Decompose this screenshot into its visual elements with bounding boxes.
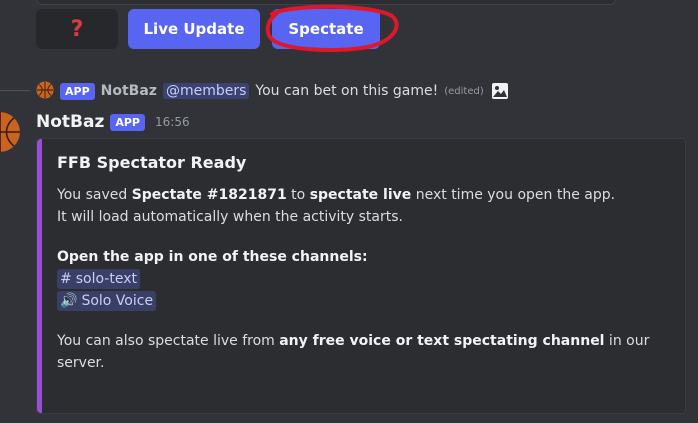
spectator-embed: FFB Spectator Ready You saved Spectate #… xyxy=(36,138,686,414)
members-mention[interactable]: @members xyxy=(162,83,250,99)
channel-link-solo-voice[interactable]: 🔊 Solo Voice xyxy=(57,291,157,311)
channels-heading: Open the app in one of these channels: xyxy=(57,249,368,265)
message-timestamp[interactable]: 16:56 xyxy=(155,115,190,129)
speaker-icon: 🔊 xyxy=(60,293,78,309)
free-channel-text: any free voice or text spectating channe… xyxy=(279,333,605,349)
embed-line-saved: You saved Spectate #1821871 to spectate … xyxy=(57,184,672,206)
reply-preview[interactable]: APP NotBaz @members You can bet on this … xyxy=(60,80,510,102)
previous-embed-edge xyxy=(36,0,616,5)
reply-text: You can bet on this game! xyxy=(255,83,439,99)
embed-accent-bar xyxy=(37,139,42,413)
question-mark-icon: ? xyxy=(70,16,84,42)
author-avatar[interactable] xyxy=(0,112,20,152)
spectate-id: Spectate #1821871 xyxy=(131,187,287,203)
reply-avatar[interactable] xyxy=(36,81,54,99)
app-badge: APP xyxy=(60,82,95,100)
embed-line-autoload: It will load automatically when the acti… xyxy=(57,209,403,225)
text: to xyxy=(286,187,310,203)
embed-title: FFB Spectator Ready xyxy=(57,153,247,172)
live-update-button[interactable]: Live Update xyxy=(128,9,260,49)
edited-label: (edited) xyxy=(444,85,484,97)
text: You can also spectate live from xyxy=(57,333,280,349)
text: You saved xyxy=(57,187,132,203)
channel-row: 🔊 Solo Voice xyxy=(57,290,672,312)
channel-name: solo-text xyxy=(75,271,137,287)
channel-link-solo-text[interactable]: # solo-text xyxy=(57,269,140,289)
channel-name: Solo Voice xyxy=(81,293,154,309)
text: next time you open the app. xyxy=(411,187,616,203)
embed-footer-text: You can also spectate live from any free… xyxy=(57,330,657,374)
reply-spine xyxy=(0,90,30,91)
spectate-live-text: spectate live xyxy=(309,187,412,203)
chat-view: ? Live Update Spectate APP NotBaz @membe… xyxy=(0,0,698,423)
image-icon[interactable] xyxy=(490,81,510,101)
channel-row: # solo-text xyxy=(57,268,672,290)
app-badge: APP xyxy=(110,113,145,131)
hash-icon: # xyxy=(60,271,72,287)
reply-author[interactable]: NotBaz xyxy=(101,83,157,99)
spectate-button[interactable]: Spectate xyxy=(272,9,380,49)
message-author[interactable]: NotBaz xyxy=(36,112,104,132)
message-header: NotBaz APP 16:56 xyxy=(36,111,190,133)
question-button[interactable]: ? xyxy=(36,9,118,49)
